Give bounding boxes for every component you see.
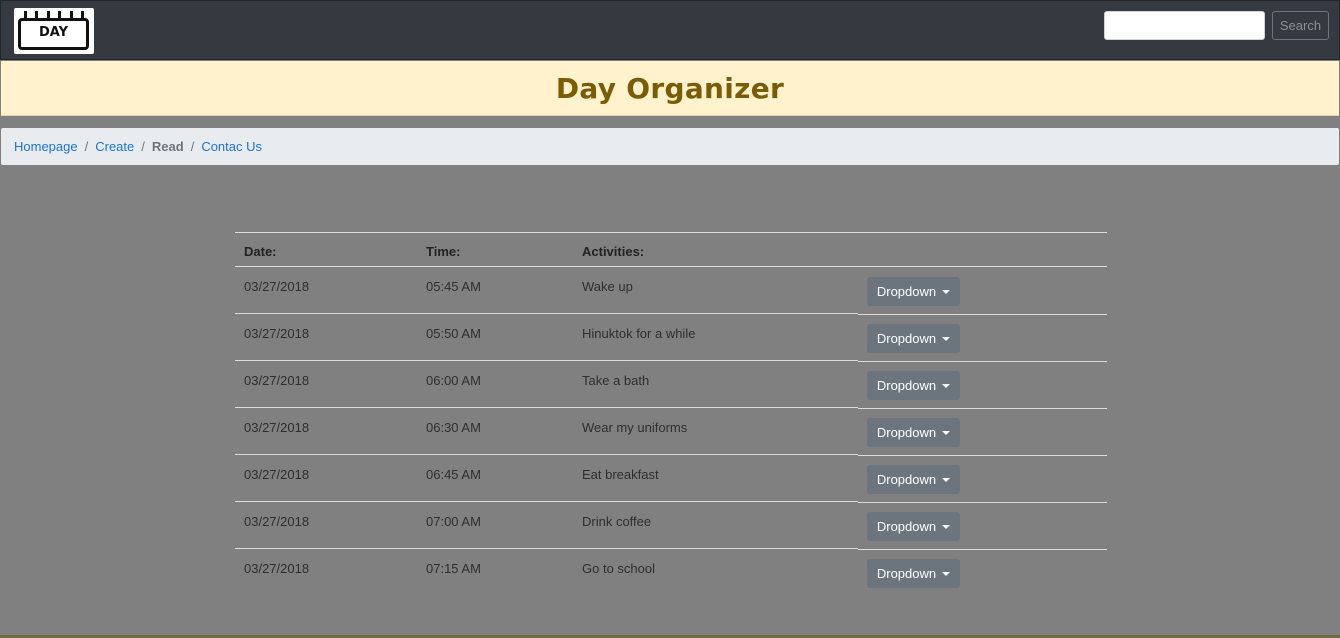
row-date: 03/27/2018 — [244, 420, 310, 435]
caret-down-icon — [942, 477, 951, 482]
caret-down-icon — [942, 524, 951, 529]
breadcrumb-homepage[interactable]: Homepage — [14, 139, 78, 154]
dropdown-label: Dropdown — [876, 425, 937, 440]
row-activity: Hinuktok for a while — [582, 326, 696, 341]
caret-down-icon — [942, 336, 951, 341]
dropdown-label: Dropdown — [876, 472, 937, 487]
caret-down-icon — [942, 430, 951, 435]
table-header: Date: Time: Activities: — [235, 232, 1107, 267]
row-time: 07:00 AM — [426, 514, 481, 529]
dropdown-label: Dropdown — [876, 378, 937, 393]
header-date: Date: — [244, 244, 277, 259]
row-activity: Eat breakfast — [582, 467, 659, 482]
dropdown-button[interactable]: Dropdown — [867, 324, 960, 353]
table-row: 03/27/2018 06:30 AM Wear my uniforms Dro… — [235, 408, 1107, 456]
row-date: 03/27/2018 — [244, 279, 310, 294]
table-row: 03/27/2018 07:00 AM Drink coffee Dropdow… — [235, 502, 1107, 550]
breadcrumb-separator: / — [141, 139, 145, 154]
row-time: 06:00 AM — [426, 373, 481, 388]
header-time: Time: — [426, 244, 461, 259]
table-row: 03/27/2018 06:45 AM Eat breakfast Dropdo… — [235, 455, 1107, 503]
caret-down-icon — [942, 383, 951, 388]
table-row: 03/27/2018 05:45 AM Wake up Dropdown — [235, 267, 1107, 315]
search-input[interactable] — [1104, 11, 1265, 40]
row-activity: Take a bath — [582, 373, 650, 388]
dropdown-label: Dropdown — [876, 519, 937, 534]
page-title: Day Organizer — [555, 72, 785, 105]
row-time: 05:45 AM — [426, 279, 481, 294]
breadcrumb-contact-us[interactable]: Contac Us — [201, 139, 262, 154]
row-date: 03/27/2018 — [244, 373, 310, 388]
row-date: 03/27/2018 — [244, 326, 310, 341]
day-logo[interactable]: DAY — [14, 8, 94, 54]
row-activity: Drink coffee — [582, 514, 652, 529]
table-row: 03/27/2018 06:00 AM Take a bath Dropdown — [235, 361, 1107, 409]
caret-down-icon — [942, 571, 951, 576]
row-time: 07:15 AM — [426, 561, 481, 576]
breadcrumb-separator: / — [190, 139, 195, 154]
row-time: 05:50 AM — [426, 326, 481, 341]
row-time: 06:30 AM — [426, 420, 481, 435]
row-date: 03/27/2018 — [244, 467, 310, 482]
breadcrumb: Homepage / Create / Read / Contac Us — [1, 128, 1339, 165]
table-row: 03/27/2018 05:50 AM Hinuktok for a while… — [235, 314, 1107, 362]
dropdown-label: Dropdown — [876, 331, 937, 346]
dropdown-button[interactable]: Dropdown — [867, 465, 960, 494]
row-activity: Go to school — [582, 561, 655, 576]
activities-table: Date: Time: Activities: 03/27/2018 05:45… — [235, 232, 1107, 596]
dropdown-button[interactable]: Dropdown — [867, 418, 960, 447]
dropdown-button[interactable]: Dropdown — [867, 277, 960, 306]
caret-down-icon — [942, 289, 951, 294]
table-row: 03/27/2018 07:15 AM Go to school Dropdow… — [235, 549, 1107, 596]
dropdown-label: Dropdown — [876, 566, 937, 581]
breadcrumb-create[interactable]: Create — [95, 139, 134, 154]
breadcrumb-read: Read — [151, 139, 184, 154]
dropdown-button[interactable]: Dropdown — [867, 371, 960, 400]
header-activities: Activities: — [582, 244, 645, 259]
row-date: 03/27/2018 — [244, 561, 310, 576]
dropdown-label: Dropdown — [876, 284, 937, 299]
logo-text: DAY — [18, 18, 89, 50]
dropdown-button[interactable]: Dropdown — [867, 512, 960, 541]
breadcrumb-separator: / — [84, 139, 89, 154]
row-time: 06:45 AM — [426, 467, 481, 482]
row-date: 03/27/2018 — [244, 514, 310, 529]
row-activity: Wake up — [582, 279, 633, 294]
search-button[interactable]: Search — [1272, 11, 1329, 40]
top-navbar: DAY Search — [0, 0, 1340, 60]
row-activity: Wear my uniforms — [582, 420, 688, 435]
page-banner: Day Organizer — [1, 61, 1339, 116]
dropdown-button[interactable]: Dropdown — [867, 559, 960, 588]
